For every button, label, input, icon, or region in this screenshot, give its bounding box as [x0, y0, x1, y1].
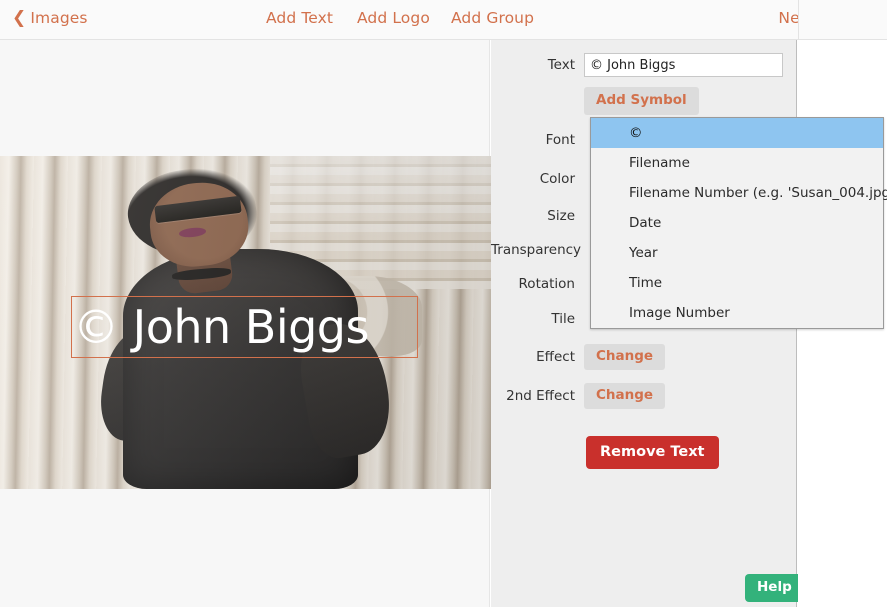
canvas-panel: © John Biggs: [0, 40, 491, 607]
row-second-effect: 2nd Effect Change: [491, 383, 797, 409]
text-input[interactable]: [584, 53, 783, 77]
add-logo-button[interactable]: Add Logo: [357, 9, 430, 27]
tile-label: Tile: [551, 311, 575, 327]
transparency-label: Transparency: [491, 242, 582, 258]
symbol-option-6[interactable]: Image Number: [591, 298, 883, 328]
header-right-filler: [798, 0, 887, 40]
font-label: Font: [545, 132, 575, 148]
row-text: Text: [491, 52, 797, 78]
symbol-option-2[interactable]: Filename Number (e.g. 'Susan_004.jpg'): [591, 178, 887, 208]
effect-change-button[interactable]: Change: [584, 344, 666, 370]
symbol-option-3[interactable]: Date: [591, 208, 883, 238]
color-label: Color: [539, 171, 575, 187]
symbol-option-0[interactable]: ©: [591, 118, 883, 148]
watermark-selection-box[interactable]: [71, 296, 418, 358]
back-to-images-label: Images: [30, 9, 88, 27]
rotation-label: Rotation: [518, 276, 575, 292]
second-effect-label: 2nd Effect: [506, 388, 575, 404]
add-symbol-dropdown[interactable]: © Filename Filename Number (e.g. 'Susan_00…: [590, 117, 887, 329]
remove-text-button[interactable]: Remove Text: [586, 436, 719, 469]
app-header: ❮ Images Add Text Add Logo Add Group Nex…: [0, 0, 887, 40]
symbol-option-1[interactable]: Filename: [591, 148, 883, 178]
text-label: Text: [547, 57, 575, 73]
size-label: Size: [547, 208, 575, 224]
preview-image[interactable]: © John Biggs: [0, 156, 491, 489]
symbol-option-4[interactable]: Year: [591, 238, 883, 268]
help-button[interactable]: Help: [745, 574, 804, 602]
add-group-button[interactable]: Add Group: [451, 9, 534, 27]
add-text-button[interactable]: Add Text: [266, 9, 333, 27]
second-effect-change-button[interactable]: Change: [584, 383, 666, 409]
add-symbol-button[interactable]: Add Symbol: [584, 87, 699, 115]
symbol-option-5[interactable]: Time: [591, 268, 883, 298]
back-to-images-button[interactable]: ❮ Images: [12, 9, 88, 27]
row-add-symbol: Add Symbol: [491, 87, 797, 115]
chevron-left-icon: ❮: [12, 7, 27, 28]
row-effect: Effect Change: [491, 344, 797, 370]
effect-label: Effect: [536, 349, 575, 365]
